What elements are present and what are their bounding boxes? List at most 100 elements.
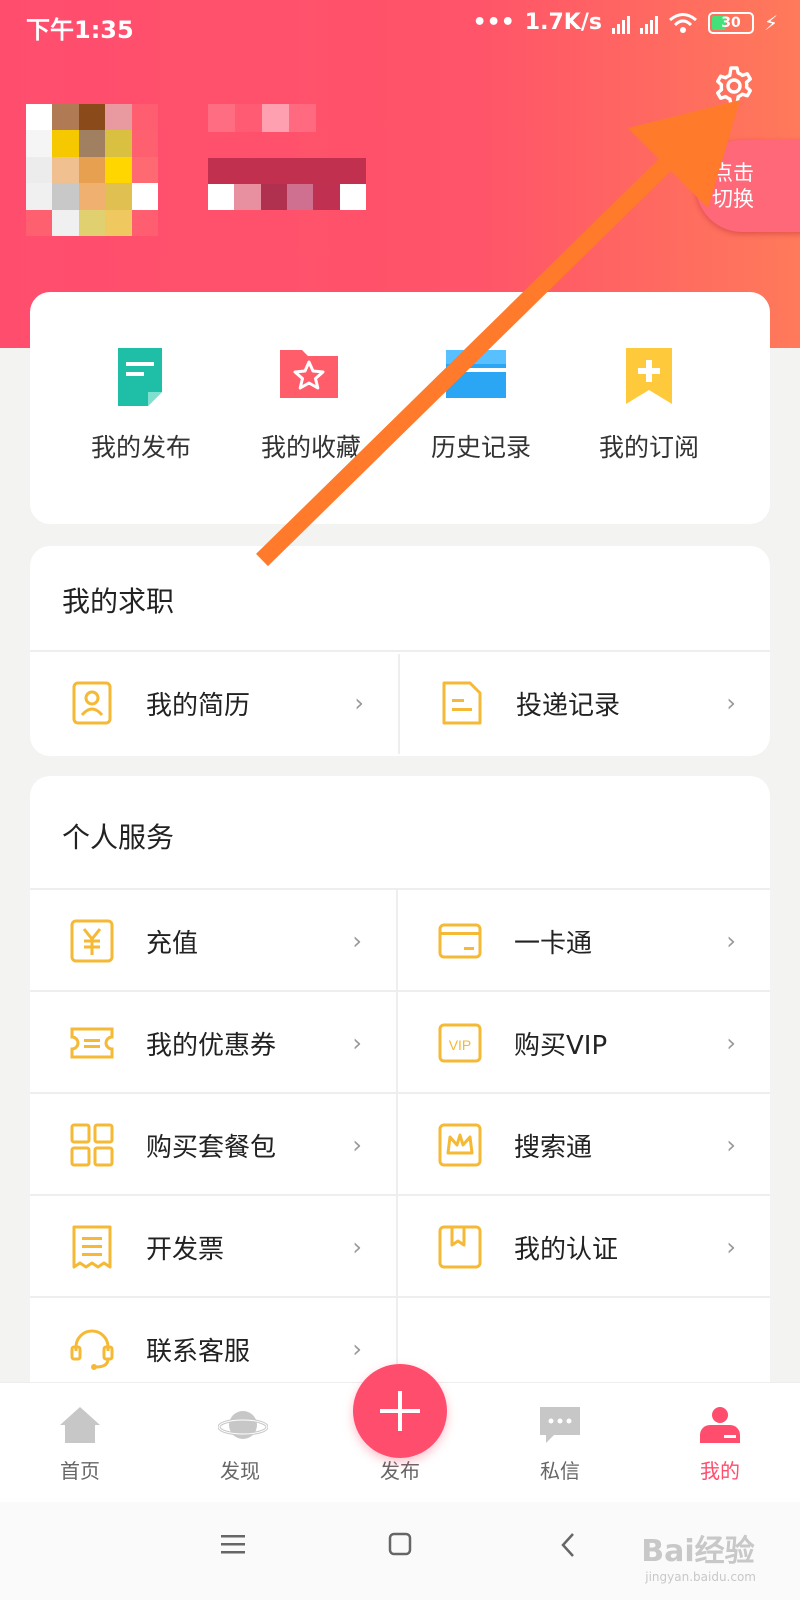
status-time: 下午1:35 xyxy=(26,16,134,44)
vip-icon: VIP xyxy=(438,1023,482,1063)
menu-icon[interactable] xyxy=(220,1532,246,1556)
job-item-resume[interactable]: 我的简历 › xyxy=(30,654,398,752)
resume-icon xyxy=(72,681,112,725)
message-icon xyxy=(540,1407,580,1443)
divider xyxy=(30,1092,770,1094)
wifi-icon xyxy=(668,12,697,33)
watermark-sub: jingyan.baidu.com xyxy=(645,1570,756,1584)
svg-text:VIP: VIP xyxy=(449,1037,472,1053)
document-icon xyxy=(118,348,162,406)
grid-icon xyxy=(70,1123,114,1167)
service-item-invoice[interactable]: 开发票 › xyxy=(30,1198,396,1296)
divider xyxy=(30,650,770,652)
receipt-icon xyxy=(72,1225,112,1269)
chevron-right-icon: › xyxy=(726,1029,736,1057)
watermark-main: Bai经验 xyxy=(641,1534,755,1569)
yuan-icon xyxy=(70,919,114,963)
status-dots: ••• xyxy=(472,10,515,35)
service-item-label: 一卡通 xyxy=(514,928,593,959)
quick-action-subscriptions[interactable]: 我的订阅 xyxy=(564,292,734,524)
crown-icon xyxy=(438,1123,482,1167)
quick-actions-card: 我的发布 我的收藏 历史记录 我的订阅 xyxy=(30,292,770,524)
signal-icon xyxy=(611,12,630,34)
service-item-buy-vip[interactable]: VIP 购买VIP › xyxy=(398,994,770,1092)
planet-icon xyxy=(218,1411,268,1439)
customer-service-icon xyxy=(70,1329,114,1370)
avatar[interactable] xyxy=(26,104,158,236)
plus-icon xyxy=(380,1391,420,1431)
star-folder-icon xyxy=(280,350,338,398)
job-item-delivery-record[interactable]: 投递记录 › xyxy=(400,654,770,752)
signal-icon xyxy=(639,12,658,34)
chevron-right-icon: › xyxy=(726,1131,736,1159)
divider xyxy=(30,990,770,992)
service-item-label: 我的认证 xyxy=(514,1234,619,1265)
tab-me[interactable]: 我的 xyxy=(640,1383,800,1503)
quick-action-label: 历史记录 xyxy=(430,433,531,462)
status-indicators: ••• 1.7K/s 30 ⚡ xyxy=(473,10,778,35)
tab-label: 发布 xyxy=(380,1459,420,1483)
service-item-label: 充值 xyxy=(146,928,199,959)
chevron-right-icon: › xyxy=(354,689,364,717)
tab-label: 发现 xyxy=(220,1459,260,1483)
tab-messages[interactable]: 私信 xyxy=(480,1383,640,1503)
settings-gear-icon[interactable] xyxy=(712,64,756,108)
chevron-right-icon: › xyxy=(352,1233,362,1261)
tab-label: 私信 xyxy=(540,1459,580,1483)
service-item-label: 搜索通 xyxy=(514,1132,593,1163)
job-item-label: 我的简历 xyxy=(146,690,251,721)
service-item-coupons[interactable]: 我的优惠券 › xyxy=(30,994,396,1092)
back-icon[interactable] xyxy=(560,1532,576,1558)
chevron-right-icon: › xyxy=(352,927,362,955)
delivery-record-icon xyxy=(442,681,482,725)
username-blurred xyxy=(208,158,366,210)
divider xyxy=(30,888,770,890)
tab-label: 首页 xyxy=(60,1459,100,1483)
baidu-jingyan-watermark: Bai经验 jingyan.baidu.com xyxy=(641,1526,756,1584)
battery-level: 30 xyxy=(721,14,741,31)
quick-action-favorites[interactable]: 我的收藏 xyxy=(226,292,396,524)
switch-identity-button[interactable]: 点击 切换 xyxy=(696,140,800,232)
coupon-icon xyxy=(70,1027,114,1059)
service-item-label: 购买套餐包 xyxy=(146,1132,277,1163)
chevron-right-icon: › xyxy=(352,1335,362,1363)
service-item-label: 我的优惠券 xyxy=(146,1030,277,1061)
service-item-label: 联系客服 xyxy=(146,1336,251,1367)
chevron-right-icon: › xyxy=(726,927,736,955)
service-item-card[interactable]: 一卡通 › xyxy=(398,892,770,990)
service-item-recharge[interactable]: 充值 › xyxy=(30,892,396,990)
service-item-label: 购买VIP xyxy=(514,1030,608,1061)
switch-button-label: 点击 切换 xyxy=(712,161,754,211)
charging-icon: ⚡ xyxy=(763,10,778,35)
history-folder-icon xyxy=(446,350,506,398)
tab-home[interactable]: 首页 xyxy=(0,1383,160,1503)
home-square-icon[interactable] xyxy=(388,1532,412,1556)
divider xyxy=(30,1194,770,1196)
system-navigation-bar: Bai经验 jingyan.baidu.com xyxy=(0,1502,800,1600)
section-title-services: 个人服务 xyxy=(62,821,175,854)
service-item-search-pass[interactable]: 搜索通 › xyxy=(398,1096,770,1194)
divider xyxy=(30,1296,770,1298)
tab-label: 我的 xyxy=(700,1459,740,1483)
profile-icon xyxy=(700,1407,740,1443)
publish-button[interactable] xyxy=(353,1364,447,1458)
status-bar: 下午1:35 ••• 1.7K/s 30 ⚡ xyxy=(0,0,800,50)
service-item-package[interactable]: 购买套餐包 › xyxy=(30,1096,396,1194)
section-title-job: 我的求职 xyxy=(62,585,175,618)
certification-icon xyxy=(438,1225,482,1269)
quick-action-history[interactable]: 历史记录 xyxy=(396,292,566,524)
network-speed: 1.7K/s xyxy=(524,10,602,35)
battery-icon: 30 xyxy=(707,11,754,34)
quick-action-label: 我的发布 xyxy=(90,433,191,462)
home-icon xyxy=(60,1407,100,1443)
tab-discover[interactable]: 发现 xyxy=(160,1383,320,1503)
quick-action-label: 我的收藏 xyxy=(260,433,361,462)
quick-action-label: 我的订阅 xyxy=(598,433,699,462)
chevron-right-icon: › xyxy=(726,689,736,717)
chevron-right-icon: › xyxy=(352,1029,362,1057)
nickname-blurred xyxy=(208,104,318,132)
quick-action-my-posts[interactable]: 我的发布 xyxy=(56,292,226,524)
service-item-certification[interactable]: 我的认证 › xyxy=(398,1198,770,1296)
service-item-label: 开发票 xyxy=(146,1234,225,1265)
chevron-right-icon: › xyxy=(726,1233,736,1261)
